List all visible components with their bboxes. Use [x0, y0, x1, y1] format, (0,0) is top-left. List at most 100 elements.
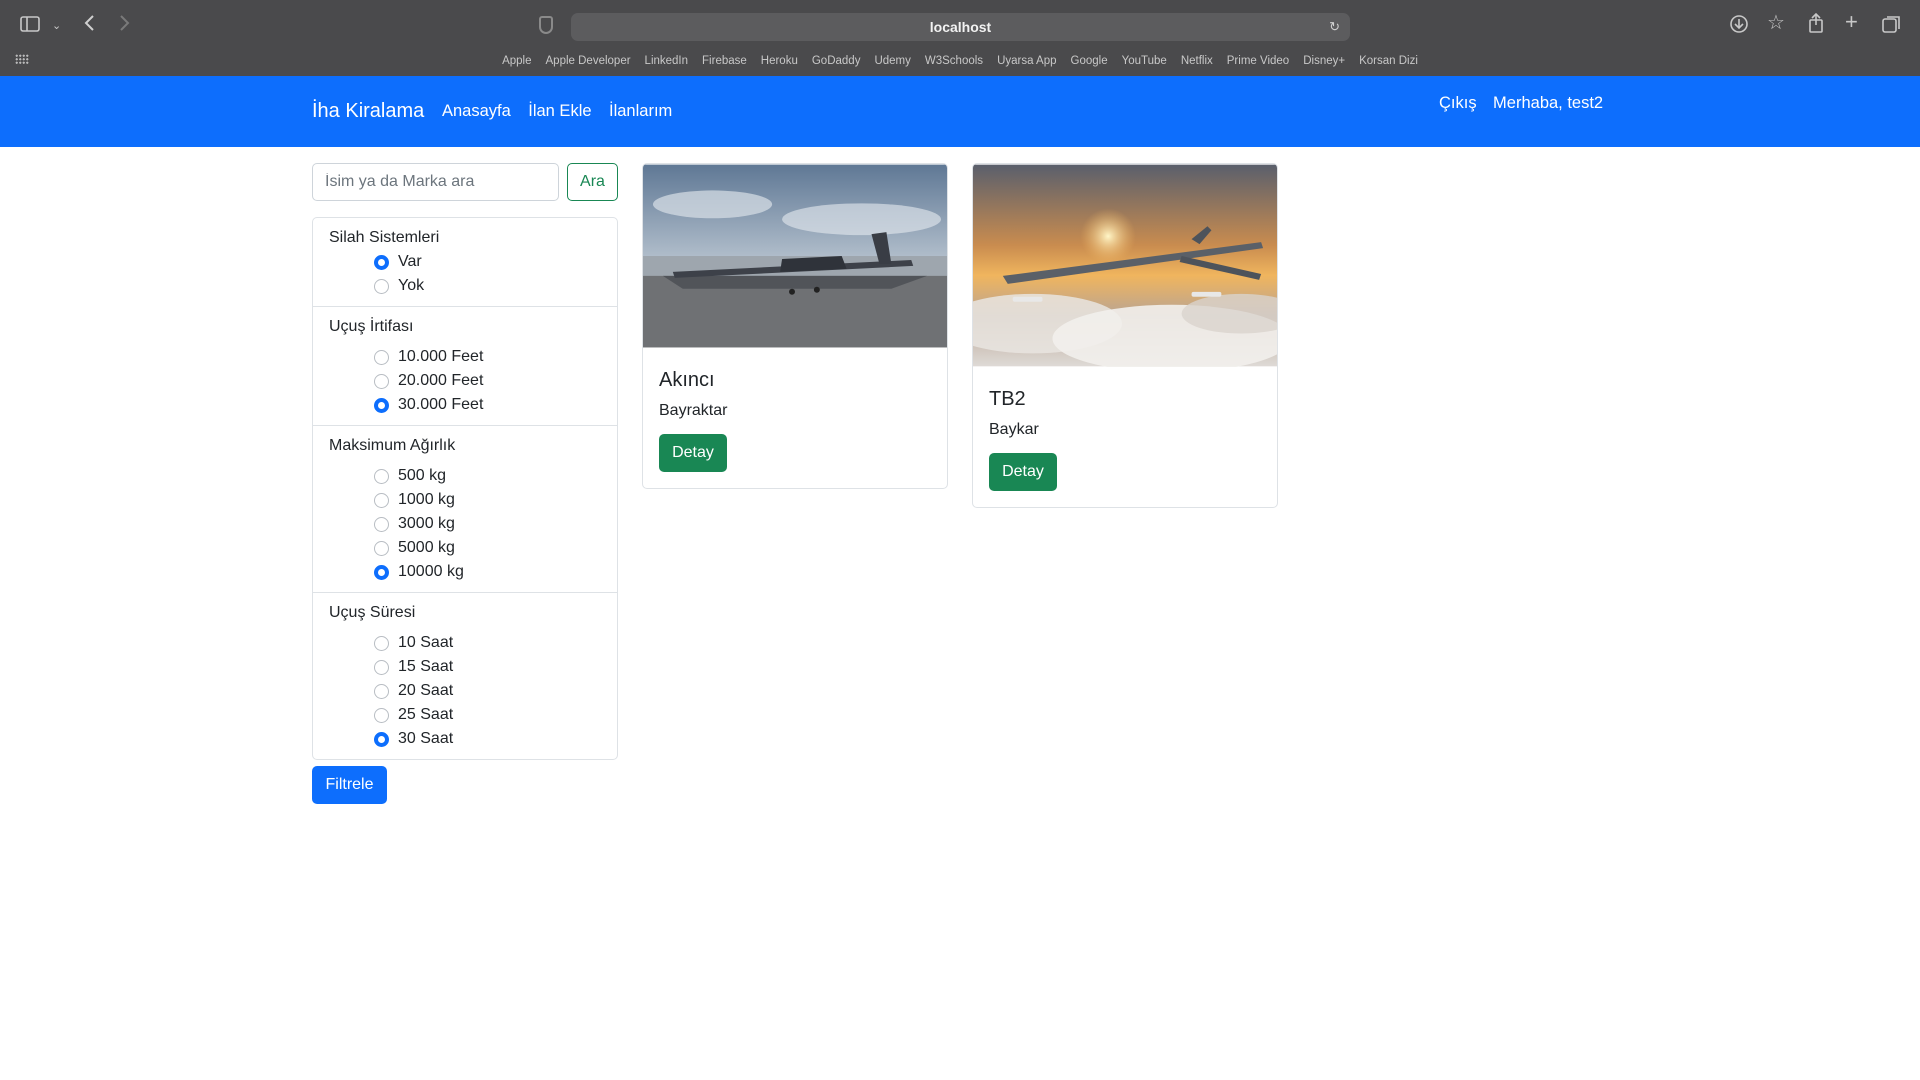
detail-button[interactable]: Detay	[989, 453, 1057, 491]
filter-option[interactable]: 1000 kg	[329, 488, 601, 512]
filter-option[interactable]: Yok	[329, 274, 601, 298]
bookmarks-bar: Apple Apple Developer LinkedIn Firebase Hero…	[0, 51, 1920, 69]
nav-link-ilan-ekle[interactable]: İlan Ekle	[528, 102, 591, 120]
nav-user-area: Çıkış Merhaba, test2	[1439, 94, 1615, 113]
filter-option-label: Yok	[398, 277, 425, 294]
bookmark-item[interactable]: Heroku	[761, 55, 798, 67]
nav-links: Anasayfa İlan Ekle İlanlarım	[442, 102, 685, 121]
filter-option-label: 5000 kg	[398, 539, 455, 556]
filter-option[interactable]: 500 kg	[329, 464, 601, 488]
bookmark-item[interactable]: Udemy	[874, 55, 910, 67]
listing-brand: Bayraktar	[659, 402, 728, 419]
nav-link-ilanlarim[interactable]: İlanlarım	[609, 102, 672, 120]
bookmark-item[interactable]: Google	[1071, 55, 1108, 67]
filter-group-title: Maksimum Ağırlık	[329, 437, 456, 454]
bookmark-item[interactable]: GoDaddy	[812, 55, 861, 67]
site-navbar: İha Kiralama Anasayfa İlan Ekle İlanları…	[0, 76, 1920, 147]
reload-icon[interactable]: ↻	[1329, 13, 1340, 41]
filter-option-label: 10.000 Feet	[398, 348, 484, 365]
radio-unchecked-icon[interactable]	[374, 373, 389, 389]
bookmark-item[interactable]: Prime Video	[1227, 55, 1289, 67]
listing-card-tb2: TB2 Baykar Detay	[972, 163, 1278, 508]
filter-option[interactable]: 20 Saat	[329, 679, 601, 703]
filter-option[interactable]: 10.000 Feet	[329, 345, 601, 369]
filter-group-title: Silah Sistemleri	[329, 229, 440, 246]
bookmark-item[interactable]: Korsan Dizi	[1359, 55, 1418, 67]
detail-button[interactable]: Detay	[659, 434, 727, 472]
filter-option[interactable]: 3000 kg	[329, 512, 601, 536]
radio-unchecked-icon[interactable]	[374, 278, 389, 294]
search-button[interactable]: Ara	[567, 163, 618, 201]
download-icon[interactable]	[1729, 14, 1749, 38]
filter-option-label: 10 Saat	[398, 634, 454, 651]
new-tab-icon[interactable]: +	[1845, 11, 1858, 33]
logout-link[interactable]: Çıkış	[1439, 94, 1477, 112]
filter-group: Uçuş Süresi 10 Saat 15 Saat 20 Saat 25 Saat 3…	[313, 593, 617, 759]
bookmark-item[interactable]: Firebase	[702, 55, 747, 67]
bookmark-star-icon[interactable]: ☆	[1767, 13, 1785, 33]
back-icon[interactable]	[82, 13, 96, 37]
filter-option[interactable]: 30 Saat	[329, 727, 601, 751]
filter-option-label: 25 Saat	[398, 706, 454, 723]
user-greeting[interactable]: Merhaba, test2	[1493, 94, 1603, 112]
filter-option-label: Var	[398, 253, 422, 270]
filter-panel: Silah Sistemleri Var Yok Uçuş İrtifası 10.00…	[312, 217, 618, 760]
bookmark-item[interactable]: Uyarsa App	[997, 55, 1056, 67]
bookmark-item[interactable]: Netflix	[1181, 55, 1213, 67]
privacy-shield-icon[interactable]	[539, 16, 553, 34]
nav-link-anasayfa[interactable]: Anasayfa	[442, 102, 511, 120]
filter-option[interactable]: 10000 kg	[329, 560, 601, 584]
bookmark-item[interactable]: LinkedIn	[645, 55, 688, 67]
filter-option[interactable]: Var	[329, 250, 601, 274]
radio-unchecked-icon[interactable]	[374, 492, 389, 508]
filter-option[interactable]: 15 Saat	[329, 655, 601, 679]
brand-link[interactable]: İha Kiralama	[312, 100, 424, 123]
sidebar-toggle-icon[interactable]	[20, 15, 40, 37]
radio-unchecked-icon[interactable]	[374, 540, 389, 556]
listing-card-akinci: Akıncı Bayraktar Detay	[642, 163, 948, 489]
filter-group: Uçuş İrtifası 10.000 Feet 20.000 Feet 30.00…	[313, 307, 617, 426]
filter-group: Silah Sistemleri Var Yok	[313, 218, 617, 307]
filter-group-title: Uçuş Süresi	[329, 604, 416, 621]
radio-unchecked-icon[interactable]	[374, 349, 389, 365]
filter-option[interactable]: 20.000 Feet	[329, 369, 601, 393]
filter-option[interactable]: 30.000 Feet	[329, 393, 601, 417]
listing-title: Akıncı	[659, 369, 715, 391]
listing-brand: Baykar	[989, 421, 1039, 438]
listing-title: TB2	[989, 388, 1026, 410]
bookmark-item[interactable]: W3Schools	[925, 55, 983, 67]
radio-checked-icon[interactable]	[374, 397, 389, 413]
radio-unchecked-icon[interactable]	[374, 635, 389, 651]
radio-unchecked-icon[interactable]	[374, 707, 389, 723]
chevron-down-icon[interactable]: ⌄	[52, 16, 61, 36]
radio-checked-icon[interactable]	[374, 254, 389, 270]
drone-photo-akinci	[643, 164, 947, 348]
radio-checked-icon[interactable]	[374, 564, 389, 580]
search-input[interactable]	[312, 163, 559, 201]
filter-option-label: 500 kg	[398, 467, 447, 484]
tab-overview-icon[interactable]	[1882, 14, 1902, 38]
radio-unchecked-icon[interactable]	[374, 659, 389, 675]
filter-group: Maksimum Ağırlık 500 kg 1000 kg 3000 kg 5000…	[313, 426, 617, 593]
filter-button[interactable]: Filtrele	[312, 766, 387, 804]
address-bar[interactable]: localhost ↻	[571, 13, 1350, 41]
radio-unchecked-icon[interactable]	[374, 683, 389, 699]
drone-photo-tb2	[973, 164, 1277, 373]
bookmark-item[interactable]: Apple	[502, 55, 531, 67]
filter-option-label: 20.000 Feet	[398, 372, 484, 389]
filter-option-label: 30 Saat	[398, 730, 454, 747]
forward-icon[interactable]	[118, 13, 132, 37]
filter-option-label: 1000 kg	[398, 491, 455, 508]
bookmark-item[interactable]: Disney+	[1303, 55, 1345, 67]
bookmark-item[interactable]: YouTube	[1122, 55, 1167, 67]
radio-checked-icon[interactable]	[374, 731, 389, 747]
filter-option[interactable]: 25 Saat	[329, 703, 601, 727]
filter-group-title: Uçuş İrtifası	[329, 318, 414, 335]
radio-unchecked-icon[interactable]	[374, 468, 389, 484]
filter-option[interactable]: 10 Saat	[329, 631, 601, 655]
share-icon[interactable]	[1808, 12, 1824, 37]
browser-toolbar: ⌄ localhost ↻ ☆ + Apple Apple Developer Li…	[0, 0, 1920, 76]
radio-unchecked-icon[interactable]	[374, 516, 389, 532]
bookmark-item[interactable]: Apple Developer	[546, 55, 631, 67]
filter-option[interactable]: 5000 kg	[329, 536, 601, 560]
